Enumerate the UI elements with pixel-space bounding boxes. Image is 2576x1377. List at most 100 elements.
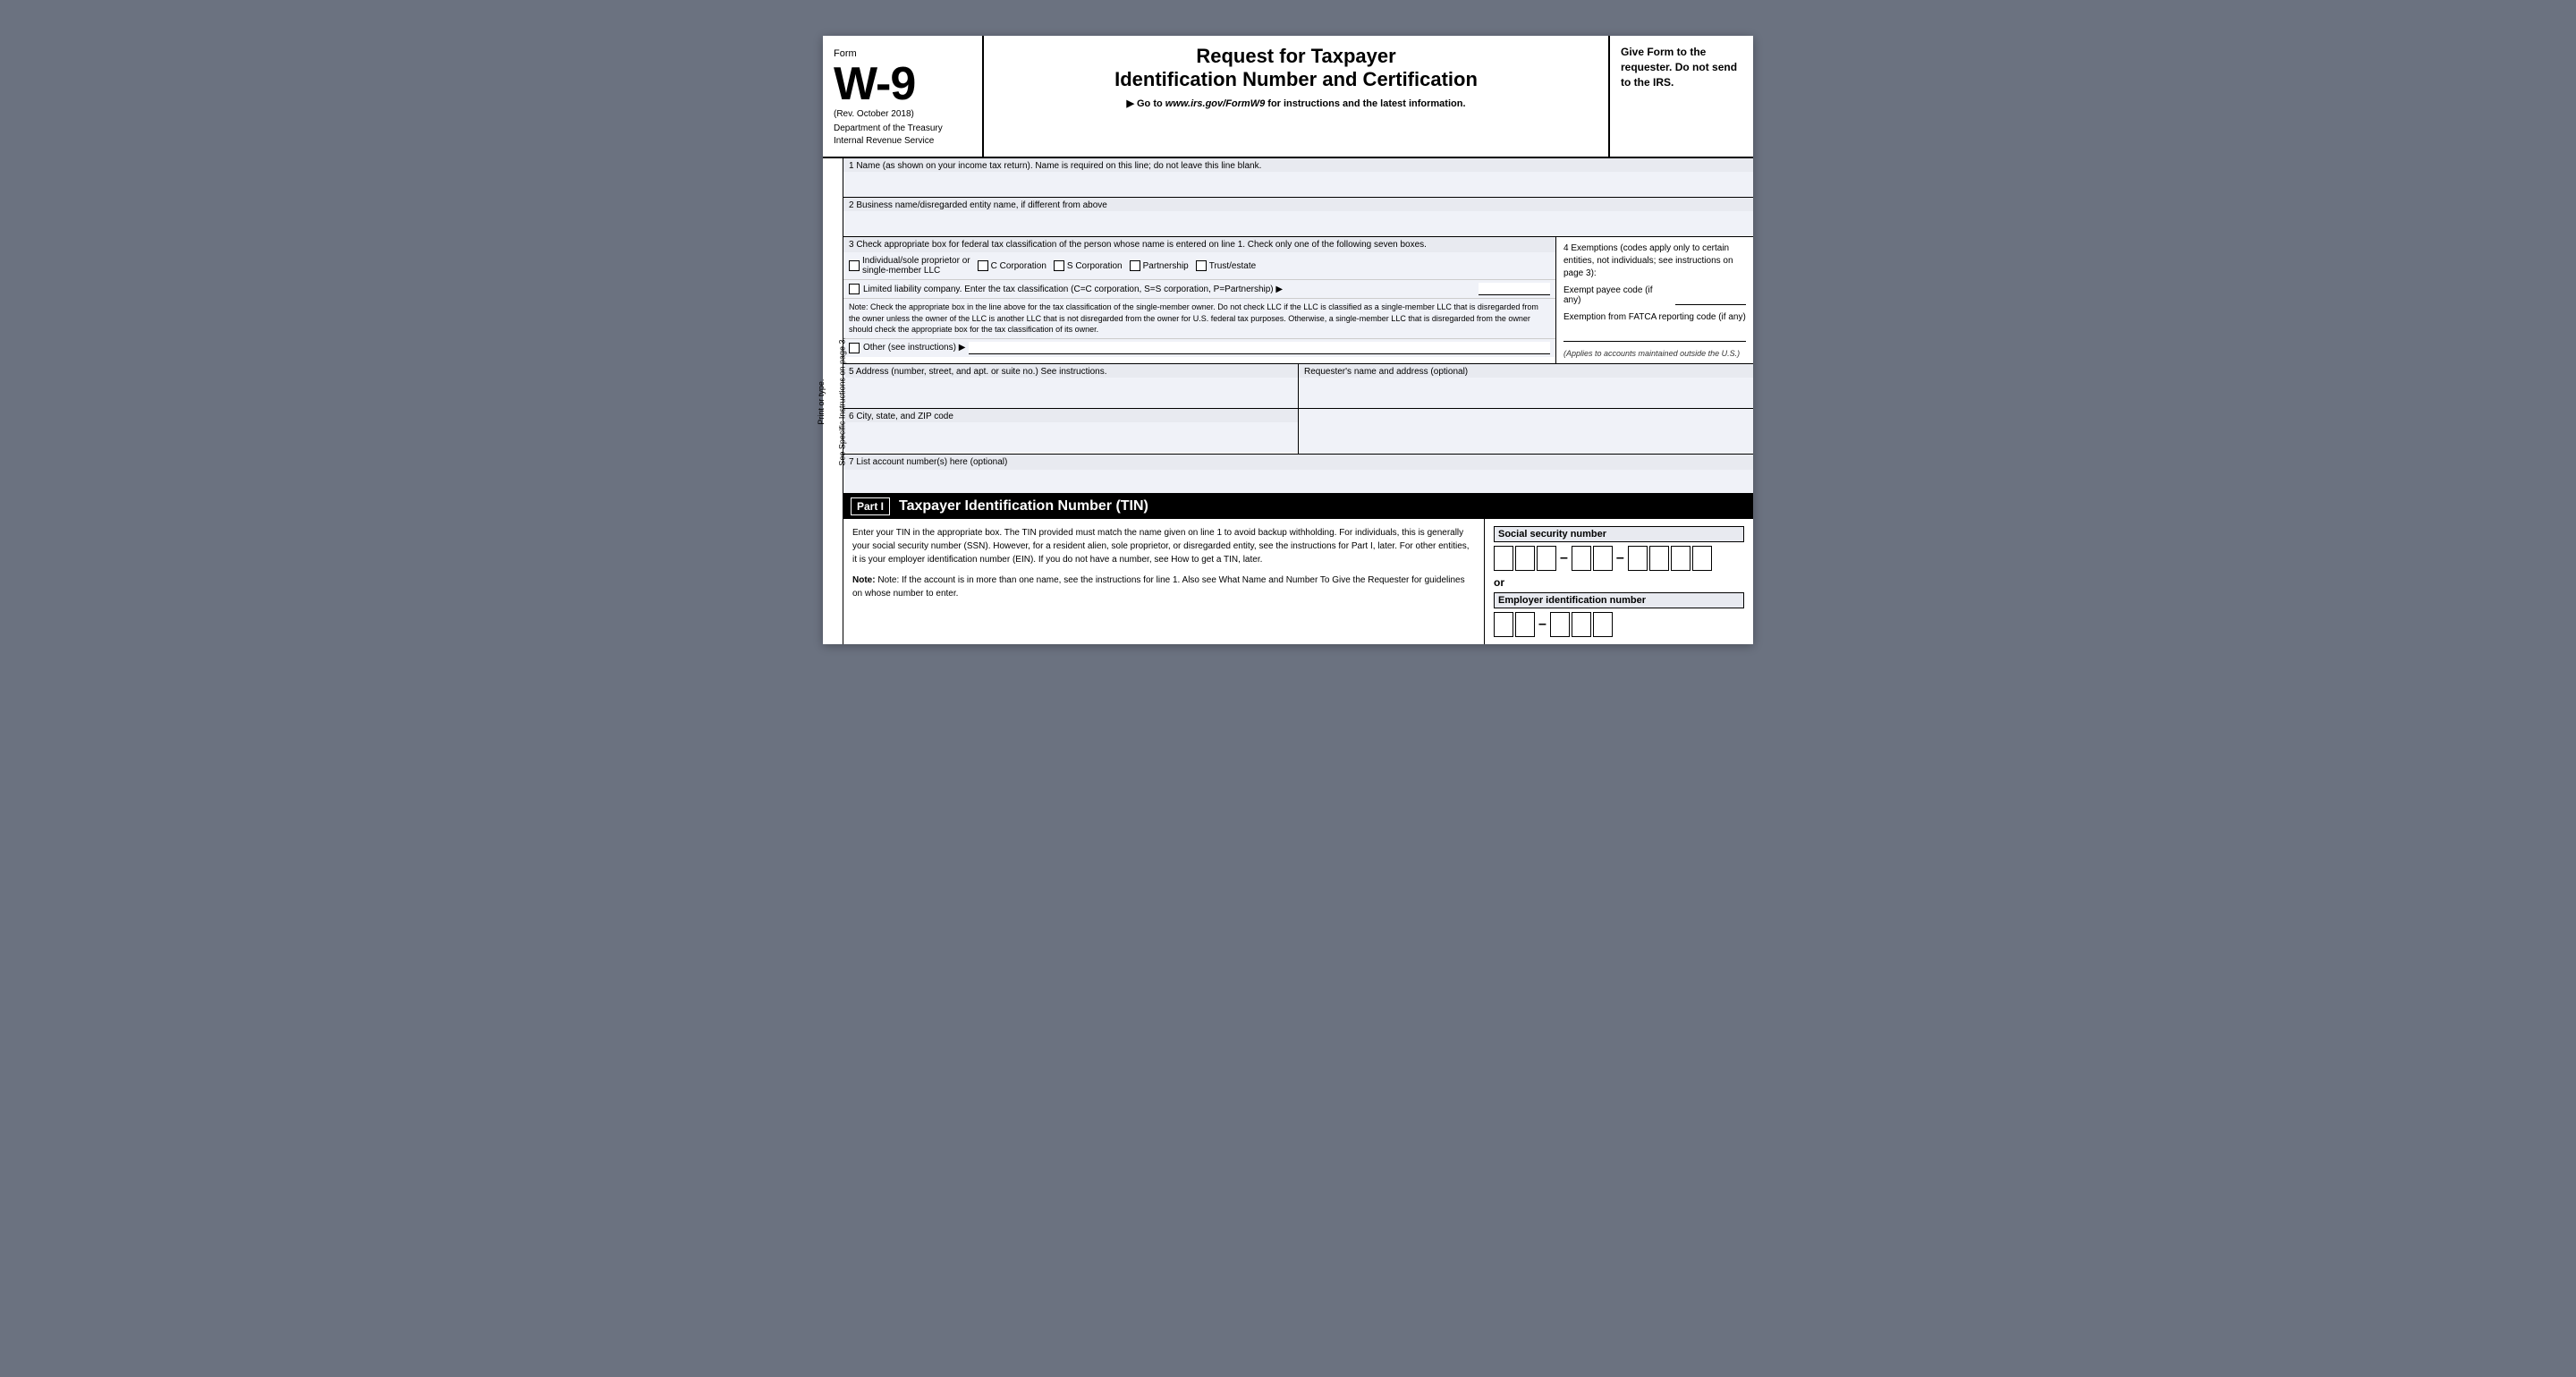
ssn-box4[interactable] [1572, 546, 1591, 571]
field3-row: 3 Check appropriate box for federal tax … [843, 237, 1753, 364]
ein-box1[interactable] [1494, 612, 1513, 637]
ein-box2[interactable] [1515, 612, 1535, 637]
field6-right [1299, 409, 1753, 454]
checkbox-trust-box[interactable] [1196, 260, 1207, 271]
fatca-note: (Applies to accounts maintained outside … [1563, 349, 1746, 358]
ssn-group1 [1494, 546, 1556, 571]
part1-tin-area: Social security number – – [1485, 519, 1753, 644]
checkbox-trust-label: Trust/estate [1209, 261, 1256, 271]
checkbox-c-corp-label: C Corporation [991, 261, 1046, 271]
form-url-line: ▶ Go to www.irs.gov/FormW9 for instructi… [1002, 98, 1590, 109]
form-title: Request for Taxpayer Identification Numb… [1002, 45, 1590, 92]
checkbox-s-corp: S Corporation [1054, 260, 1123, 271]
fatca-label: Exemption from FATCA reporting code (if … [1563, 312, 1746, 322]
checkbox-llc-box[interactable] [849, 284, 860, 294]
checkbox-partnership-label: Partnership [1143, 261, 1189, 271]
field7-label: 7 List account number(s) here (optional) [843, 455, 1753, 470]
checkbox-individual-box[interactable] [849, 260, 860, 271]
part1-paragraph: Enter your TIN in the appropriate box. T… [852, 526, 1475, 566]
form-body: Print or type. See Specific Instructions… [823, 158, 1753, 644]
form-fields-area: 1 Name (as shown on your income tax retu… [843, 158, 1753, 644]
requester-right: Requester's name and address (optional) [1299, 364, 1753, 408]
field3-left: 3 Check appropriate box for federal tax … [843, 237, 1556, 363]
fatca-input[interactable] [1563, 329, 1746, 342]
checkbox-c-corp: C Corporation [978, 260, 1046, 271]
ein-box3[interactable] [1550, 612, 1570, 637]
llc-input[interactable] [1479, 283, 1550, 295]
checkbox-individual-label: Individual/sole proprietor or single-mem… [862, 256, 970, 276]
ssn-group3 [1628, 546, 1712, 571]
ssn-box8[interactable] [1671, 546, 1690, 571]
ein-boxes: – [1494, 612, 1744, 637]
requester-label: Requester's name and address (optional) [1299, 364, 1753, 378]
part1-title: Taxpayer Identification Number (TIN) [899, 498, 1148, 514]
requester-input[interactable] [1299, 378, 1753, 408]
field5-label: 5 Address (number, street, and apt. or s… [843, 364, 1298, 378]
exempt-payee-input[interactable] [1675, 293, 1746, 305]
field5-input[interactable] [843, 378, 1298, 408]
ssn-boxes: – – [1494, 546, 1744, 571]
ssn-box1[interactable] [1494, 546, 1513, 571]
field6-left: 6 City, state, and ZIP code [843, 409, 1299, 454]
ein-box4[interactable] [1572, 612, 1591, 637]
w9-form: Form W-9 (Rev. October 2018) Department … [823, 36, 1753, 644]
field2-input[interactable] [843, 211, 1753, 236]
ssn-dash1: – [1560, 550, 1568, 566]
fatca-field: Exemption from FATCA reporting code (if … [1563, 312, 1746, 342]
header-instructions: Give Form to the requester. Do not send … [1610, 36, 1753, 157]
ssn-label: Social security number [1494, 526, 1744, 542]
other-label: Other (see instructions) ▶ [863, 343, 965, 353]
ein-group2 [1550, 612, 1613, 637]
exemptions-label: 4 Exemptions (codes apply only to certai… [1563, 242, 1746, 280]
ein-dash: – [1538, 616, 1546, 633]
llc-row: Limited liability company. Enter the tax… [843, 279, 1555, 298]
ssn-box6[interactable] [1628, 546, 1648, 571]
field2-label: 2 Business name/disregarded entity name,… [843, 198, 1753, 211]
ssn-box9[interactable] [1692, 546, 1712, 571]
field6-right-input[interactable] [1299, 409, 1753, 454]
field7-input[interactable] [843, 470, 1753, 493]
part1-label: Part I [851, 497, 890, 515]
form-department: Department of the Treasury Internal Reve… [834, 123, 971, 148]
field1-input[interactable] [843, 172, 1753, 197]
other-input[interactable] [969, 342, 1550, 354]
checkbox-partnership-box[interactable] [1130, 260, 1140, 271]
field5-left: 5 Address (number, street, and apt. or s… [843, 364, 1299, 408]
exempt-payee-label: Exempt payee code (if any) [1563, 285, 1672, 305]
ssn-box2[interactable] [1515, 546, 1535, 571]
ein-box5[interactable] [1593, 612, 1613, 637]
checkbox-s-corp-label: S Corporation [1067, 261, 1123, 271]
field3-header: 3 Check appropriate box for federal tax … [843, 237, 1555, 252]
field6-label: 6 City, state, and ZIP code [843, 409, 1298, 422]
field7-row: 7 List account number(s) here (optional) [843, 455, 1753, 494]
header-title-area: Request for Taxpayer Identification Numb… [984, 36, 1610, 157]
checkboxes-row: Individual/sole proprietor or single-mem… [843, 252, 1555, 279]
form-header: Form W-9 (Rev. October 2018) Department … [823, 36, 1753, 158]
part1-text-area: Enter your TIN in the appropriate box. T… [843, 519, 1485, 644]
checkbox-s-corp-box[interactable] [1054, 260, 1064, 271]
part1-content: Enter your TIN in the appropriate box. T… [843, 519, 1753, 644]
address-row5: 5 Address (number, street, and apt. or s… [843, 364, 1753, 409]
ssn-box5[interactable] [1593, 546, 1613, 571]
ein-label: Employer identification number [1494, 592, 1744, 608]
header-form-id: Form W-9 (Rev. October 2018) Department … [823, 36, 984, 157]
ssn-group2 [1572, 546, 1613, 571]
ssn-dash2: – [1616, 550, 1624, 566]
address-row6: 6 City, state, and ZIP code [843, 409, 1753, 455]
note-section: Note: Check the appropriate box in the l… [843, 298, 1555, 338]
other-row: Other (see instructions) ▶ [843, 338, 1555, 357]
llc-label: Limited liability company. Enter the tax… [863, 285, 1479, 294]
checkbox-c-corp-box[interactable] [978, 260, 988, 271]
or-text: or [1494, 576, 1744, 589]
checkbox-trust: Trust/estate [1196, 260, 1256, 271]
checkbox-other-box[interactable] [849, 343, 860, 353]
ssn-box3[interactable] [1537, 546, 1556, 571]
form-revision: (Rev. October 2018) [834, 109, 971, 119]
side-label-area: Print or type. See Specific Instructions… [823, 158, 843, 644]
exempt-payee-field: Exempt payee code (if any) [1563, 285, 1746, 305]
ssn-box7[interactable] [1649, 546, 1669, 571]
form-number: W-9 [834, 61, 971, 107]
side-label-text: Print or type. See Specific Instructions… [817, 337, 848, 466]
field6-input[interactable] [843, 422, 1298, 453]
checkbox-partnership: Partnership [1130, 260, 1189, 271]
